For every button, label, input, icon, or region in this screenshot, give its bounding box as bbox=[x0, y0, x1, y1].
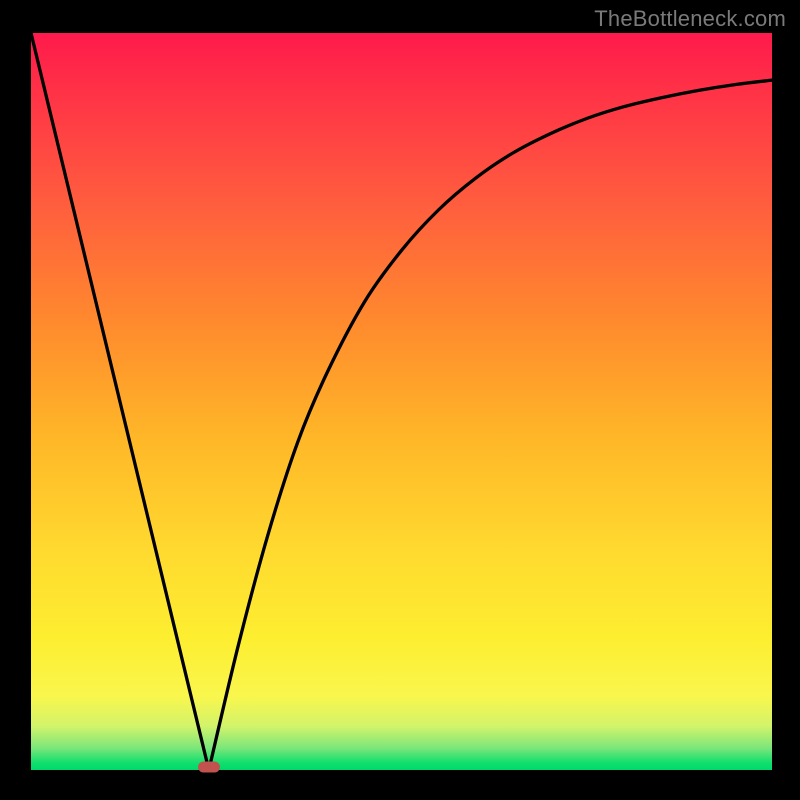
optimal-marker bbox=[198, 762, 220, 773]
curve-path bbox=[31, 33, 772, 770]
chart-frame: TheBottleneck.com bbox=[0, 0, 800, 800]
watermark-text: TheBottleneck.com bbox=[594, 6, 786, 32]
bottleneck-curve bbox=[31, 33, 772, 770]
gradient-plot-area bbox=[31, 33, 772, 770]
